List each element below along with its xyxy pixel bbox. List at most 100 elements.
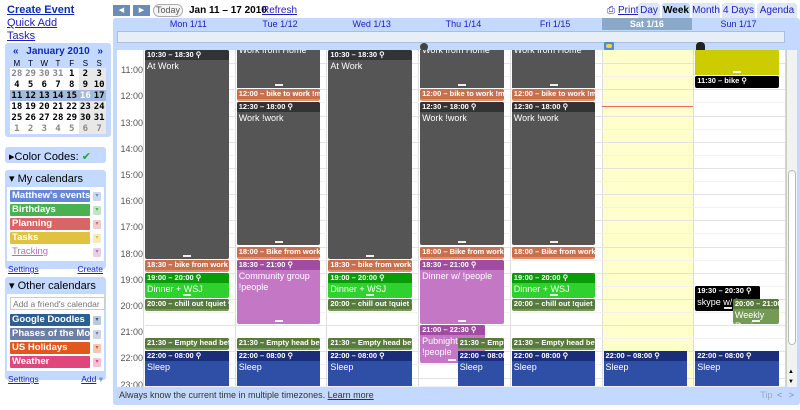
minical-day[interactable]: 1 — [64, 68, 79, 79]
minical-day[interactable]: 29 — [23, 68, 38, 79]
calendar-name[interactable]: Tracking — [10, 246, 90, 258]
calendar-event[interactable]: Work from Home — [236, 50, 321, 89]
minical-day[interactable]: 21 — [51, 101, 65, 112]
minical-day[interactable]: 15 — [64, 90, 79, 101]
collapse-icon[interactable]: ▾ — [9, 280, 15, 292]
calendar-options-icon[interactable]: ▾ — [93, 357, 101, 367]
google-doodle-icon[interactable] — [696, 42, 705, 50]
calendar-event[interactable]: 18:00 – Bike from work !mind — [511, 246, 596, 259]
minical-day[interactable]: 31 — [51, 68, 65, 79]
day-header[interactable]: Tue 1/12 — [235, 18, 326, 30]
collapse-icon[interactable]: ▾ — [9, 173, 15, 185]
grid-scrollbar[interactable]: ▲ ▼ — [786, 50, 797, 387]
day-column[interactable] — [601, 50, 694, 387]
event-resize-handle[interactable] — [457, 84, 466, 87]
event-resize-handle[interactable] — [549, 84, 558, 87]
calendar-options-icon[interactable]: ▾ — [93, 315, 101, 325]
calendar-event[interactable]: 21:30 – Empty head before bed — [457, 338, 504, 351]
minical-day[interactable]: 23 — [78, 101, 93, 112]
calendar-event[interactable]: 12:30 – 18:00 ⚲ Work !work — [420, 102, 504, 246]
calendar-event[interactable]: 21:30 – Empty head before bed — [145, 338, 229, 351]
calendar-event[interactable]: 18:30 – 21:00 ⚲ Dinner w/ !people — [420, 259, 504, 325]
all-day-row[interactable] — [117, 31, 785, 43]
calendar-event[interactable]: 10:30 – 18:30 ⚲ At Work — [145, 50, 229, 259]
minical-day[interactable]: 17 — [92, 90, 106, 101]
calendar-name[interactable]: Google Doodles — [10, 314, 90, 326]
minical-day[interactable]: 19 — [23, 101, 38, 112]
minical-day[interactable]: 12 — [23, 90, 38, 101]
tab-day[interactable]: Day — [638, 3, 660, 19]
calendar-item[interactable]: Phases of the Moon▾ — [10, 328, 101, 340]
tab-agenda[interactable]: Agenda — [757, 3, 797, 19]
calendar-event[interactable]: 11:30 – bike ⚲ — [695, 76, 779, 89]
scroll-up-icon[interactable]: ▲ — [788, 369, 794, 375]
tasks-link[interactable]: Tasks — [7, 30, 35, 42]
calendar-event[interactable]: 19:00 – 20:00 ⚲ Dinner + WSJ — [328, 272, 413, 298]
create-event-link[interactable]: Create Event — [7, 4, 74, 16]
prev-week-button[interactable]: ◀ — [113, 5, 130, 16]
minical-prev-button[interactable]: « — [13, 46, 19, 57]
calendar-name[interactable]: Weather — [10, 356, 90, 368]
calendar-event[interactable] — [695, 50, 779, 76]
my-calendars-settings-link[interactable]: Settings — [8, 264, 39, 274]
color-codes-box[interactable]: ▸Color Codes: ✔ — [5, 147, 106, 163]
calendar-event[interactable]: 22:00 – 08:00 ⚲Sleep — [511, 351, 596, 386]
dropdown-icon[interactable]: ▾ — [99, 374, 103, 384]
event-resize-handle[interactable] — [274, 241, 283, 244]
event-resize-handle[interactable] — [733, 71, 742, 74]
minical-next-button[interactable]: » — [97, 46, 103, 57]
minical-day[interactable]: 6 — [78, 123, 93, 134]
calendar-name[interactable]: US Holidays — [10, 342, 90, 354]
quick-add-link[interactable]: Quick Add — [7, 17, 57, 29]
minical-day[interactable]: 5 — [23, 79, 38, 90]
calendar-event[interactable]: 20:00 – chill out !quiet ⚲ — [511, 298, 596, 311]
minical-day[interactable]: 7 — [51, 79, 65, 90]
minical-day[interactable]: 18 — [10, 101, 24, 112]
minical-day[interactable]: 31 — [92, 112, 106, 123]
event-resize-handle[interactable] — [366, 254, 375, 257]
scroll-down-icon[interactable]: ▼ — [788, 379, 794, 385]
minical-day[interactable]: 25 — [10, 112, 24, 123]
minical-day[interactable]: 27 — [37, 112, 52, 123]
day-header[interactable]: Sun 1/17 — [693, 18, 784, 30]
calendar-event[interactable]: 22:00 – 08:00 ⚲Sleep — [603, 351, 688, 386]
add-friend-calendar-input[interactable] — [10, 297, 105, 310]
event-resize-handle[interactable] — [182, 254, 191, 257]
tab-month[interactable]: Month — [692, 3, 720, 19]
minical-day[interactable]: 3 — [92, 68, 106, 79]
minical-day[interactable]: 6 — [37, 79, 52, 90]
calendar-options-icon[interactable]: ▾ — [93, 205, 101, 215]
event-resize-handle[interactable] — [182, 293, 191, 296]
my-calendars-title[interactable]: My calendars — [18, 173, 83, 185]
minical-day[interactable]: 4 — [10, 79, 24, 90]
calendar-event[interactable]: 18:30 – bike from work !mind — [145, 259, 229, 272]
minical-day[interactable]: 4 — [51, 123, 65, 134]
calendar-event[interactable]: 22:00 – 08:00 ⚲Sleep — [328, 351, 413, 386]
refresh-link[interactable]: Refresh — [262, 5, 297, 16]
event-resize-handle[interactable] — [549, 293, 558, 296]
calendar-name[interactable]: Planning — [10, 218, 90, 230]
event-resize-handle[interactable] — [549, 241, 558, 244]
calendar-options-icon[interactable]: ▾ — [93, 247, 101, 257]
calendar-options-icon[interactable]: ▾ — [93, 219, 101, 229]
minical-day[interactable]: 13 — [37, 90, 52, 101]
calendar-item[interactable]: Weather ▾ — [10, 356, 101, 368]
calendar-event[interactable]: 10:30 – 18:30 ⚲ At Work — [328, 50, 413, 259]
event-resize-handle[interactable] — [723, 306, 732, 309]
minical-day[interactable]: 20 — [37, 101, 52, 112]
calendar-event[interactable]: 12:00 – bike to work !mind — [420, 89, 504, 102]
calendar-event[interactable]: 21:30 – Empty head before bed — [511, 338, 596, 351]
print-link[interactable]: Print — [618, 5, 639, 16]
calendar-event[interactable]: 19:00 – 20:00 ⚲ Dinner + WSJ — [145, 272, 229, 298]
minical-day[interactable]: 14 — [51, 90, 65, 101]
calendar-options-icon[interactable]: ▾ — [93, 191, 101, 201]
day-column[interactable] — [693, 50, 785, 387]
minical-day[interactable]: 28 — [51, 112, 65, 123]
calendar-event[interactable]: 20:00 – chill out !quiet ⚲ — [145, 298, 229, 311]
tip-prev-button[interactable]: < — [775, 390, 784, 400]
calendar-event[interactable]: 22:00 – 08:00 ⚲Sleep — [145, 351, 229, 386]
minical-day[interactable]: 2 — [78, 68, 93, 79]
calendar-event[interactable]: 20:00 – 21:00Weekly Review — [732, 298, 779, 325]
calendar-event[interactable]: 21:30 – Empty head before bed — [328, 338, 413, 351]
minical-day[interactable]: 24 — [92, 101, 106, 112]
